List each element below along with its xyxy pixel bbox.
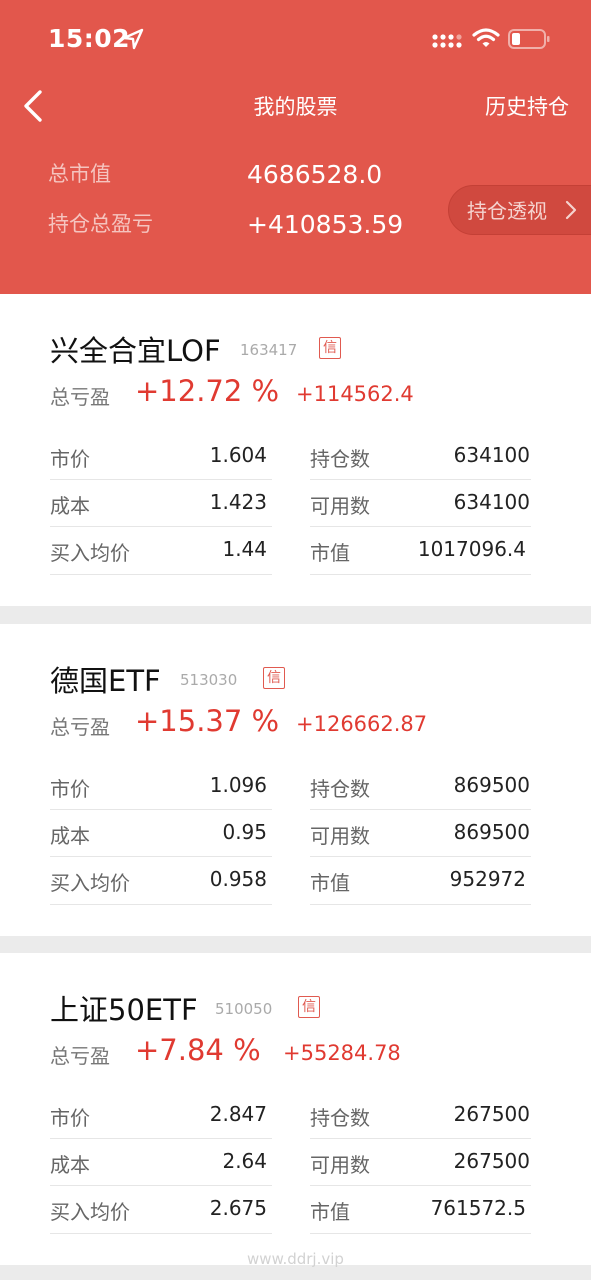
- divider: [50, 1185, 272, 1186]
- status-time: 15:02: [48, 24, 131, 53]
- wifi-icon: [472, 28, 500, 47]
- margin-badge: 信: [298, 996, 320, 1018]
- total-pl-label: 持仓总盈亏: [48, 212, 153, 236]
- market-value: 952972: [449, 867, 526, 891]
- chevron-right-icon: [565, 200, 577, 220]
- cost-value: 2.64: [222, 1149, 267, 1173]
- margin-badge: 信: [319, 337, 341, 359]
- pl-percent: +7.84 %: [135, 1033, 261, 1067]
- divider: [50, 479, 272, 480]
- shares-value: 869500: [453, 773, 530, 797]
- avg-buy-value: 2.675: [209, 1196, 267, 1220]
- divider: [50, 856, 272, 857]
- divider: [50, 904, 272, 905]
- holdings-insight-button[interactable]: 持仓透视: [448, 185, 591, 235]
- history-holdings-link[interactable]: 历史持仓: [485, 91, 569, 121]
- market-value-label: 市值: [310, 1200, 350, 1224]
- status-bar: 15:02: [0, 0, 591, 80]
- price-value: 1.096: [209, 773, 267, 797]
- divider: [310, 1233, 531, 1234]
- shares-label: 持仓数: [310, 777, 370, 801]
- cost-label: 成本: [50, 1153, 90, 1177]
- stock-card[interactable]: 兴全合宜LOF 163417 信 总亏盈 +12.72 % +114562.4 …: [0, 294, 591, 606]
- pl-percent: +12.72 %: [135, 374, 280, 408]
- pl-percent: +15.37 %: [135, 704, 280, 738]
- shares-label: 持仓数: [310, 447, 370, 471]
- divider: [310, 526, 531, 527]
- avg-buy-value: 1.44: [222, 537, 267, 561]
- divider: [310, 904, 531, 905]
- pl-label: 总亏盈: [50, 385, 110, 409]
- holdings-insight-label: 持仓透视: [467, 199, 547, 223]
- divider: [310, 1138, 531, 1139]
- divider: [310, 479, 531, 480]
- available-label: 可用数: [310, 494, 370, 518]
- pl-amount: +114562.4: [296, 382, 414, 406]
- avg-buy-label: 买入均价: [50, 541, 130, 565]
- available-value: 267500: [453, 1149, 530, 1173]
- divider: [50, 526, 272, 527]
- pl-label: 总亏盈: [50, 715, 110, 739]
- divider: [50, 1138, 272, 1139]
- pl-amount: +126662.87: [296, 712, 428, 736]
- available-label: 可用数: [310, 824, 370, 848]
- market-value-label: 市值: [310, 541, 350, 565]
- divider: [310, 856, 531, 857]
- market-value: 1017096.4: [417, 537, 526, 561]
- cost-label: 成本: [50, 824, 90, 848]
- cellular-signal-icon: [432, 34, 462, 48]
- watermark: www.ddrj.vip: [247, 1250, 344, 1268]
- total-market-value: 4686528.0: [247, 160, 383, 189]
- stock-name: 上证50ETF: [50, 993, 198, 1027]
- divider: [50, 809, 272, 810]
- location-arrow-icon: [122, 28, 144, 50]
- price-value: 1.604: [209, 443, 267, 467]
- cost-value: 0.95: [222, 820, 267, 844]
- stock-code: 163417: [240, 341, 298, 359]
- price-value: 2.847: [209, 1102, 267, 1126]
- stock-card[interactable]: 上证50ETF 510050 信 总亏盈 +7.84 % +55284.78 市…: [0, 953, 591, 1265]
- cost-value: 1.423: [209, 490, 267, 514]
- divider: [50, 1233, 272, 1234]
- avg-buy-label: 买入均价: [50, 1200, 130, 1224]
- stock-card[interactable]: 德国ETF 513030 信 总亏盈 +15.37 % +126662.87 市…: [0, 624, 591, 936]
- available-value: 634100: [453, 490, 530, 514]
- divider: [310, 1185, 531, 1186]
- shares-value: 634100: [453, 443, 530, 467]
- stock-code: 513030: [180, 671, 238, 689]
- shares-value: 267500: [453, 1102, 530, 1126]
- market-value: 761572.5: [430, 1196, 526, 1220]
- stock-code: 510050: [215, 1000, 273, 1018]
- margin-badge: 信: [263, 667, 285, 689]
- stock-name: 德国ETF: [50, 664, 161, 698]
- divider: [310, 809, 531, 810]
- divider: [50, 574, 272, 575]
- price-label: 市价: [50, 777, 90, 801]
- available-value: 869500: [453, 820, 530, 844]
- header: 15:02 我的股票 历史持仓 总市值 4686528.0 持仓总盈亏 +410…: [0, 0, 591, 294]
- shares-label: 持仓数: [310, 1106, 370, 1130]
- divider: [310, 574, 531, 575]
- price-label: 市价: [50, 1106, 90, 1130]
- avg-buy-value: 0.958: [209, 867, 267, 891]
- available-label: 可用数: [310, 1153, 370, 1177]
- battery-icon: [508, 29, 550, 49]
- stock-name: 兴全合宜LOF: [50, 334, 221, 368]
- pl-amount: +55284.78: [283, 1041, 401, 1065]
- market-value-label: 市值: [310, 871, 350, 895]
- avg-buy-label: 买入均价: [50, 871, 130, 895]
- total-market-value-label: 总市值: [48, 162, 111, 186]
- total-pl-value: +410853.59: [247, 210, 404, 239]
- cost-label: 成本: [50, 494, 90, 518]
- price-label: 市价: [50, 447, 90, 471]
- pl-label: 总亏盈: [50, 1044, 110, 1068]
